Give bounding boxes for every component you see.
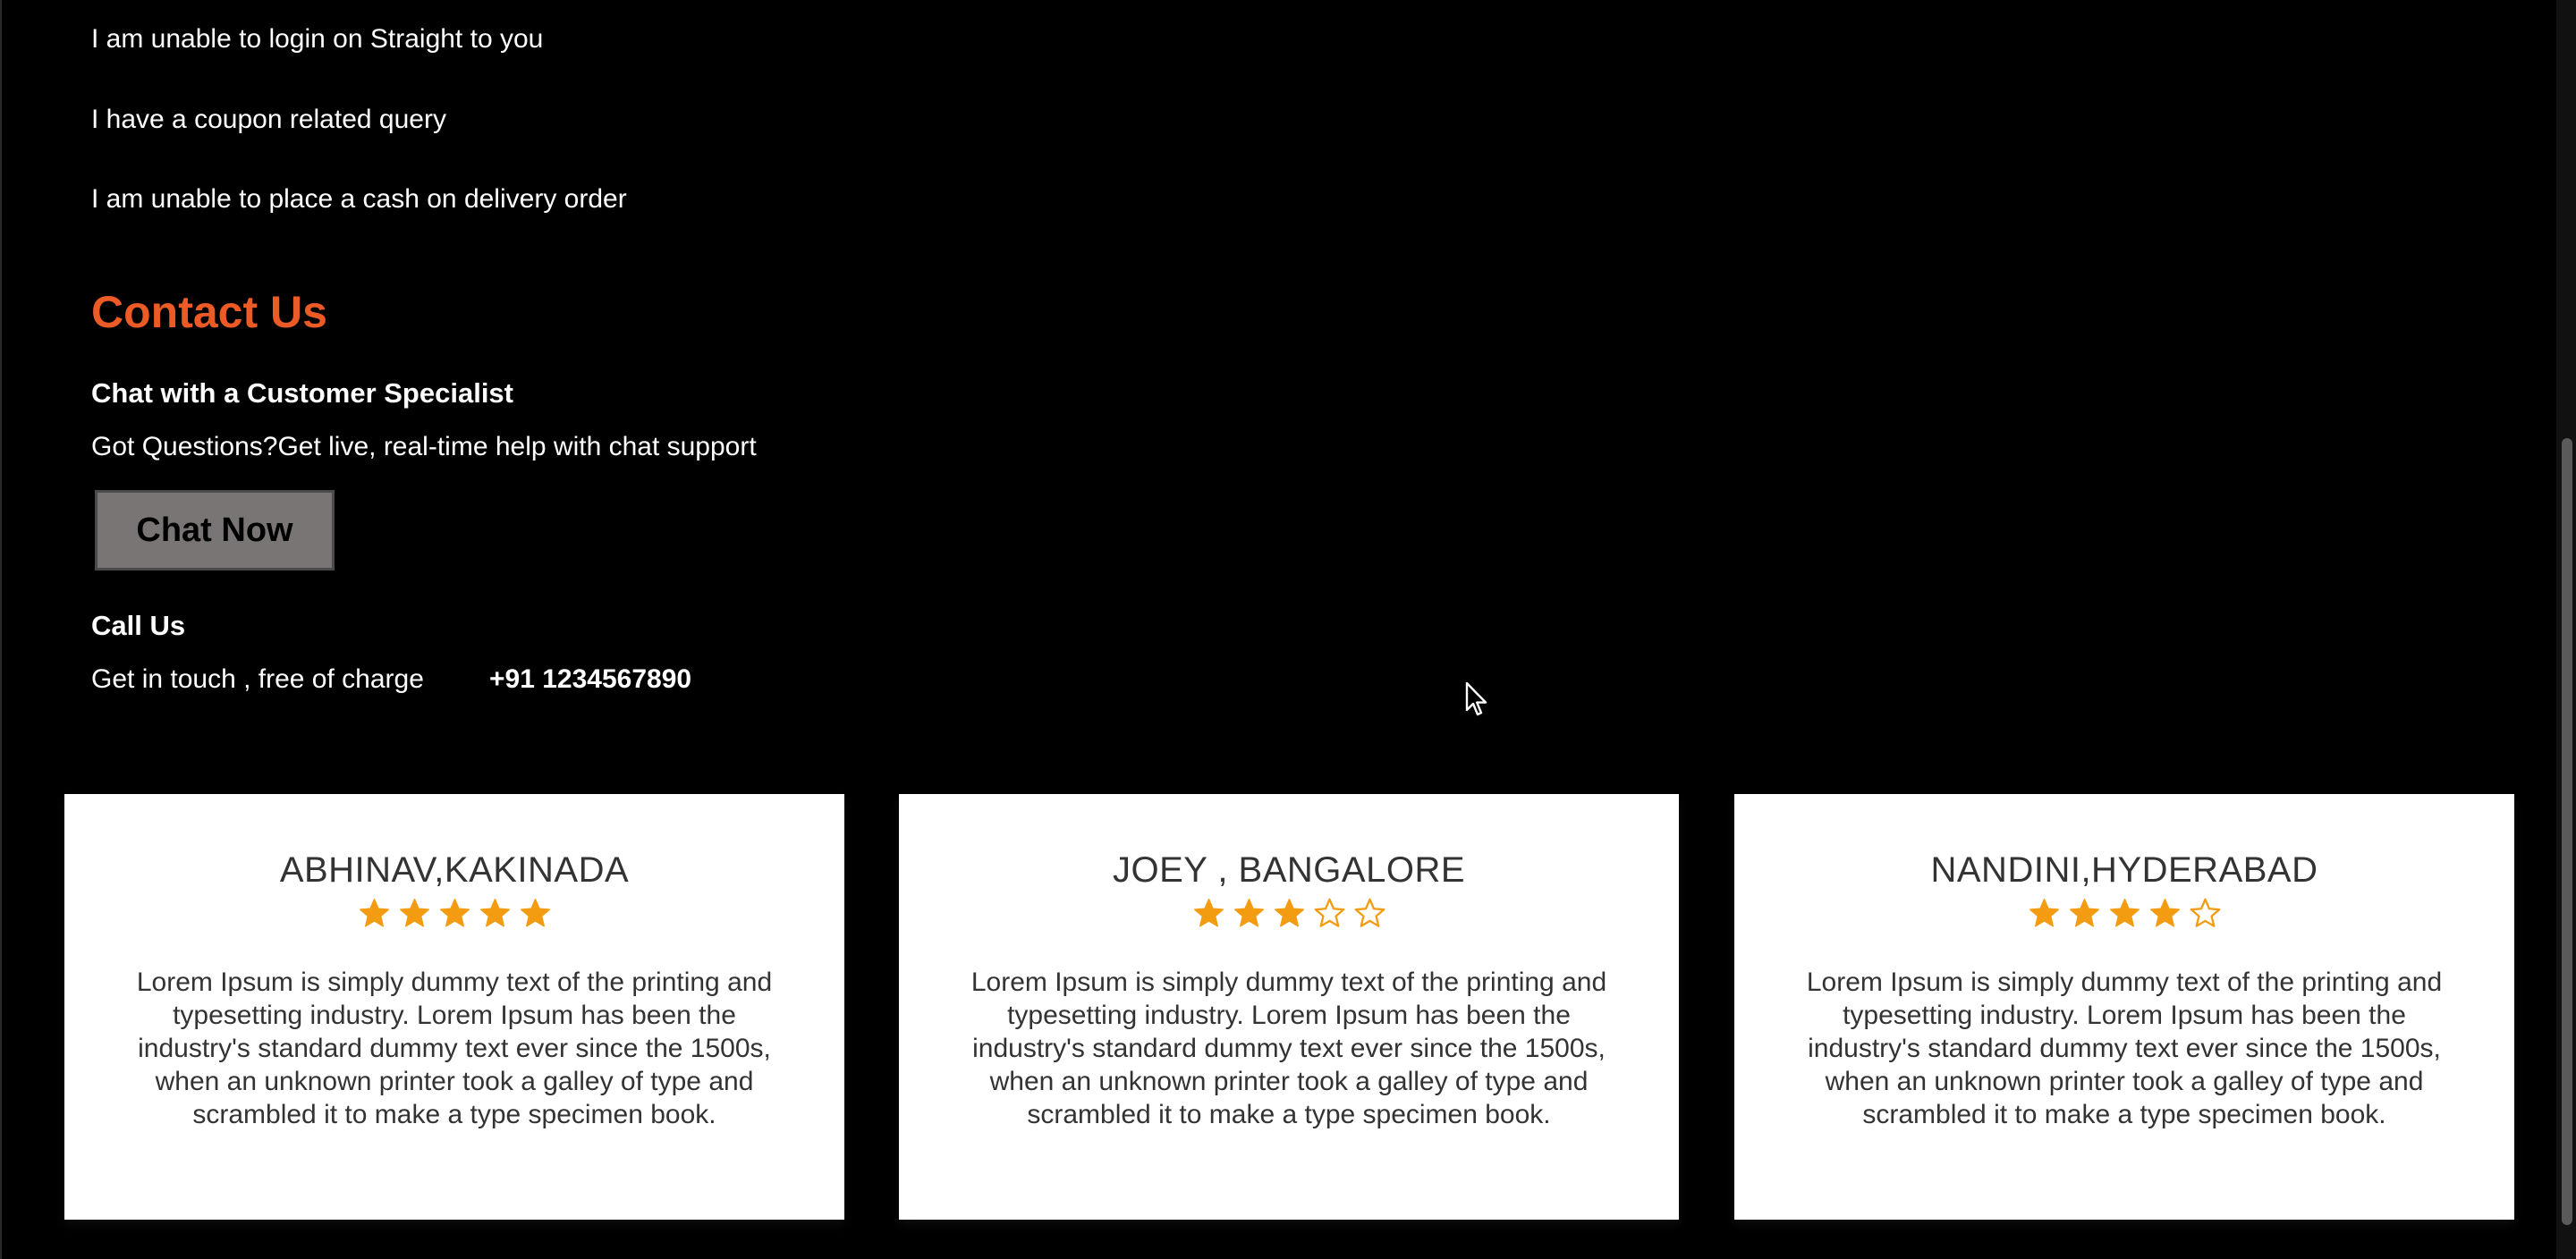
star-filled-icon: [1274, 899, 1304, 927]
testimonials-section: ABHINAV,KAKINADA Lorem Ipsum is simply d…: [64, 794, 2515, 1220]
testimonial-card-nandini: NANDINI,HYDERABAD Lorem Ipsum is simply …: [1734, 794, 2514, 1220]
star-filled-icon: [359, 899, 389, 927]
star-filled-icon: [520, 899, 550, 927]
star-filled-icon: [1193, 899, 1224, 927]
testimonial-card-abhinav: ABHINAV,KAKINADA Lorem Ipsum is simply d…: [64, 794, 844, 1220]
scrollbar-thumb[interactable]: [2562, 438, 2572, 1225]
star-outline-icon: [2190, 898, 2220, 927]
faq-item-login[interactable]: I am unable to login on Straight to you: [91, 23, 543, 55]
contact-heading: Contact Us: [91, 287, 327, 337]
call-description: Get in touch , free of charge: [91, 664, 424, 694]
star-filled-icon: [2029, 899, 2059, 927]
chat-heading: Chat with a Customer Specialist: [91, 377, 513, 409]
star-filled-icon: [2069, 899, 2099, 927]
star-filled-icon: [1233, 899, 1264, 927]
star-rating: [1734, 892, 2514, 935]
star-outline-icon: [1354, 898, 1385, 927]
chat-description: Got Questions?Get live, real-time help w…: [91, 432, 757, 461]
star-filled-icon: [479, 899, 510, 927]
star-filled-icon: [399, 899, 429, 927]
chat-now-button[interactable]: Chat Now: [95, 490, 335, 570]
testimonial-name: ABHINAV,KAKINADA: [279, 850, 630, 890]
faq-item-coupon[interactable]: I have a coupon related query: [91, 104, 446, 136]
testimonial-text: Lorem Ipsum is simply dummy text of the …: [1806, 967, 2443, 1129]
testimonial-name: JOEY , BANGALORE: [1112, 850, 1466, 890]
star-outline-icon: [1314, 898, 1344, 927]
help-page: I am unable to login on Straight to you …: [0, 0, 2576, 1259]
star-rating: [64, 892, 844, 935]
page-scrollbar[interactable]: [2556, 0, 2576, 1259]
call-heading: Call Us: [91, 610, 186, 641]
star-filled-icon: [2149, 899, 2180, 927]
testimonial-name: NANDINI,HYDERABAD: [1930, 850, 2318, 890]
star-filled-icon: [439, 899, 470, 927]
phone-number[interactable]: +91 1234567890: [489, 663, 691, 696]
testimonial-text: Lorem Ipsum is simply dummy text of the …: [970, 967, 1607, 1129]
testimonial-card-joey: JOEY , BANGALORE Lorem Ipsum is simply d…: [899, 794, 1679, 1220]
star-rating: [899, 892, 1679, 935]
star-filled-icon: [2109, 899, 2140, 927]
mouse-cursor-icon: [1465, 681, 1487, 716]
testimonial-text: Lorem Ipsum is simply dummy text of the …: [136, 967, 773, 1129]
faq-item-cod[interactable]: I am unable to place a cash on delivery …: [91, 183, 627, 215]
